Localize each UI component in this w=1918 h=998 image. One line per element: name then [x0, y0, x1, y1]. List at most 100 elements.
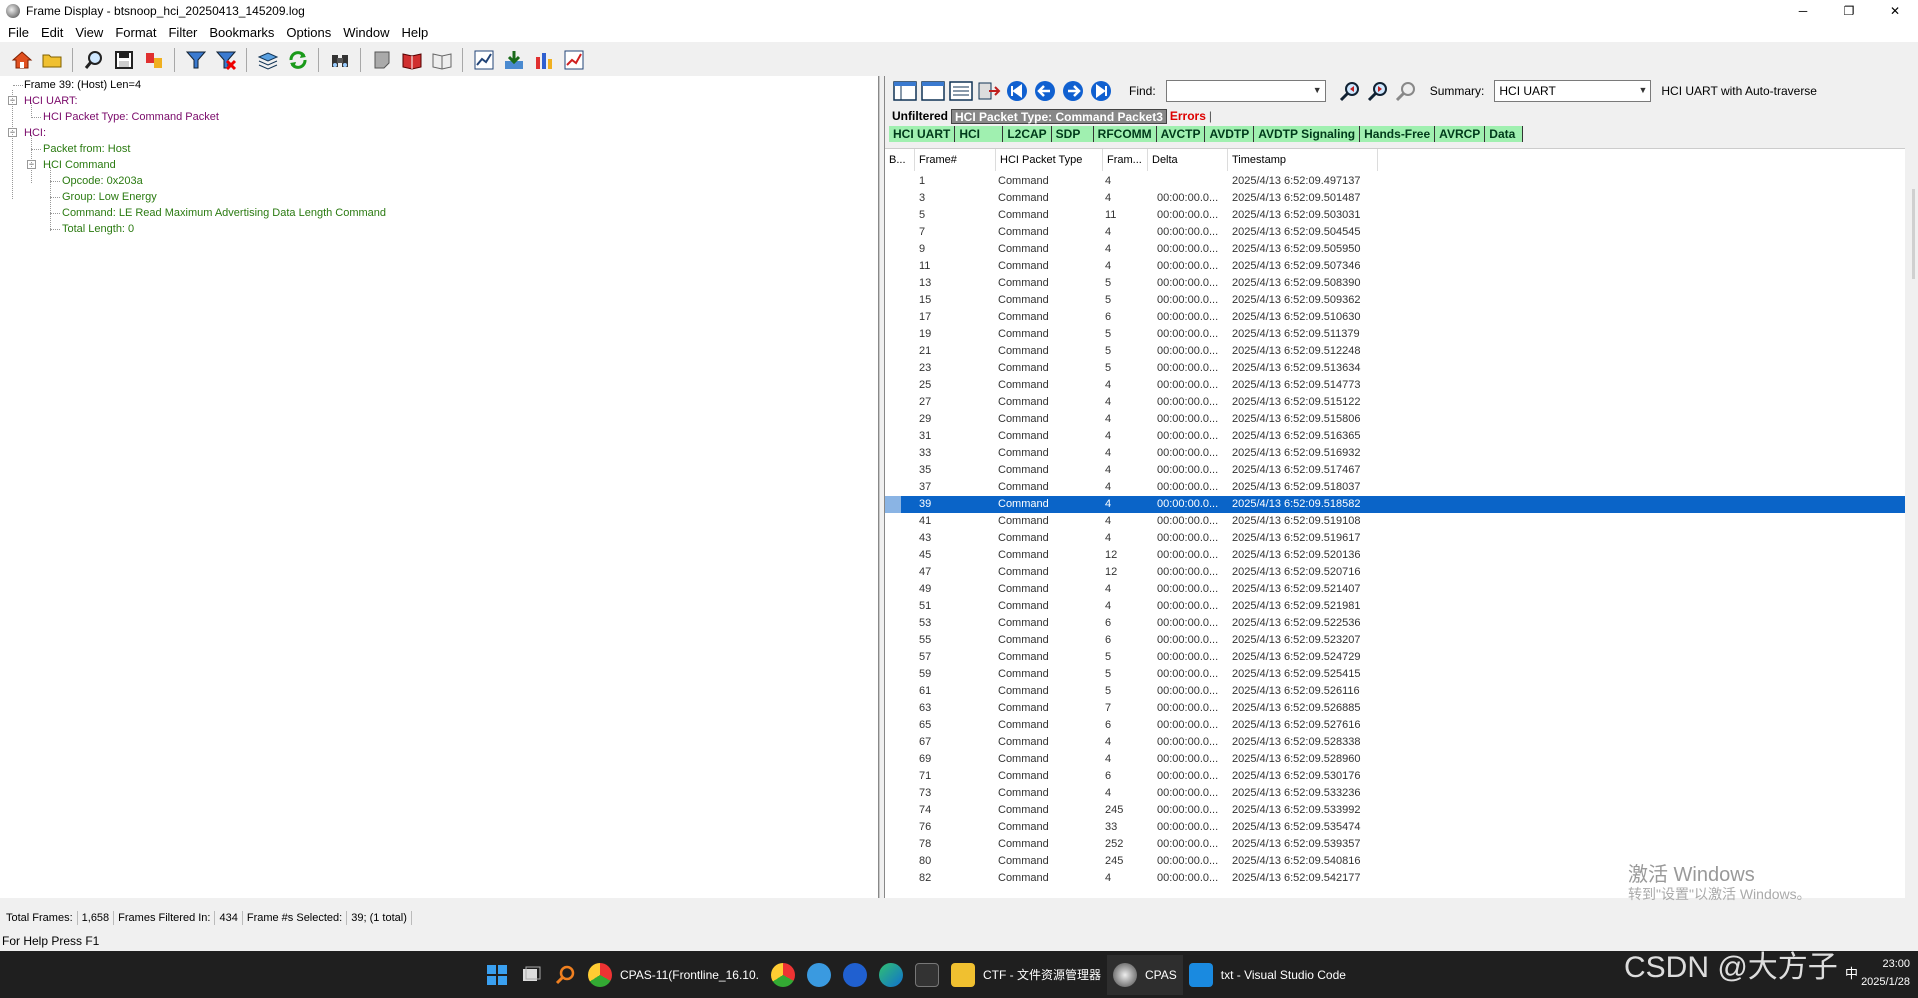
menu-file[interactable]: File [2, 25, 35, 40]
table-row[interactable]: 71 Command 6 00:00:00.0... 2025/4/13 6:52:09… [885, 768, 1905, 785]
layers-icon[interactable] [254, 46, 281, 73]
tree-command[interactable]: Command: LE Read Maximum Advertising Dat… [4, 205, 386, 221]
table-row[interactable]: 9 Command 4 00:00:00.0... 2025/4/13 6:52:09.… [885, 241, 1905, 258]
line-chart-icon[interactable] [560, 46, 587, 73]
col-frame-size[interactable]: Fram... [1103, 149, 1148, 171]
tab-l2cap[interactable]: L2CAP [1003, 126, 1052, 142]
tab-avctp[interactable]: AVCTP [1156, 126, 1206, 142]
tab-data[interactable]: Data [1485, 126, 1524, 142]
close-button[interactable]: ✕ [1872, 0, 1918, 22]
menu-format[interactable]: Format [109, 25, 162, 40]
table-row[interactable]: 37 Command 4 00:00:00.0... 2025/4/13 6:52:09… [885, 479, 1905, 496]
tab-avdtp[interactable]: AVDTP [1205, 126, 1255, 142]
previous-frame-icon[interactable] [1031, 77, 1059, 105]
table-row[interactable]: 78 Command 252 00:00:00.0... 2025/4/13 6:52:… [885, 836, 1905, 853]
menu-filter[interactable]: Filter [162, 25, 203, 40]
chart-icon[interactable] [470, 46, 497, 73]
maximize-button[interactable]: ❐ [1826, 0, 1872, 22]
first-frame-icon[interactable] [1003, 77, 1031, 105]
table-row[interactable]: 13 Command 5 00:00:00.0... 2025/4/13 6:52:09… [885, 275, 1905, 292]
table-row[interactable]: 51 Command 4 00:00:00.0... 2025/4/13 6:52:09… [885, 598, 1905, 615]
table-row[interactable]: 67 Command 4 00:00:00.0... 2025/4/13 6:52:09… [885, 734, 1905, 751]
filter-icon[interactable] [182, 46, 209, 73]
col-timestamp[interactable]: Timestamp [1228, 149, 1378, 171]
tree-opcode[interactable]: Opcode: 0x203a [4, 173, 386, 189]
browser-taskbar-icon[interactable] [801, 955, 837, 995]
col-bookmark[interactable]: B... [885, 149, 915, 171]
tab-hci-uart[interactable]: HCI UART [889, 126, 956, 142]
tab-hands-free[interactable]: Hands-Free [1360, 126, 1436, 142]
col-delta[interactable]: Delta [1148, 149, 1228, 171]
menu-options[interactable]: Options [280, 25, 337, 40]
taskbar-vscode[interactable]: txt - Visual Studio Code [1183, 955, 1352, 995]
table-row[interactable]: 3 Command 4 00:00:00.0... 2025/4/13 6:52:09.… [885, 190, 1905, 207]
table-row[interactable]: 59 Command 5 00:00:00.0... 2025/4/13 6:52:09… [885, 666, 1905, 683]
tree-group[interactable]: Group: Low Energy [4, 189, 386, 205]
layout-pane-icon[interactable] [891, 77, 919, 105]
table-row[interactable]: 63 Command 7 00:00:00.0... 2025/4/13 6:52:09… [885, 700, 1905, 717]
filter-red-icon[interactable] [212, 46, 239, 73]
clock[interactable]: 23:00 2025/1/28 [1861, 955, 1910, 991]
scrollbar-thumb[interactable] [1912, 189, 1915, 279]
bar-chart-icon[interactable] [530, 46, 557, 73]
find-options-icon[interactable] [1392, 77, 1420, 105]
table-row[interactable]: 69 Command 4 00:00:00.0... 2025/4/13 6:52:09… [885, 751, 1905, 768]
last-frame-icon[interactable] [1087, 77, 1115, 105]
taskbar-file-explorer[interactable]: CTF - 文件资源管理器 [945, 955, 1107, 995]
tree-total-length[interactable]: Total Length: 0 [4, 221, 386, 237]
tab-sdp[interactable]: SDP [1051, 126, 1094, 142]
menu-view[interactable]: View [69, 25, 109, 40]
table-row[interactable]: 33 Command 4 00:00:00.0... 2025/4/13 6:52:09… [885, 445, 1905, 462]
refresh-icon[interactable] [284, 46, 311, 73]
ime-indicator[interactable]: 中 [1845, 963, 1858, 982]
taskbar-cpas-frontline[interactable]: CPAS-11(Frontline_16.10. [582, 955, 765, 995]
tree-frame[interactable]: Frame 39: (Host) Len=4 [4, 77, 386, 93]
table-row[interactable]: 27 Command 4 00:00:00.0... 2025/4/13 6:52:09… [885, 394, 1905, 411]
table-row[interactable]: 21 Command 5 00:00:00.0... 2025/4/13 6:52:09… [885, 343, 1905, 360]
binoculars-icon[interactable] [326, 46, 353, 73]
tree-hci-uart[interactable]: − HCI UART: [4, 93, 386, 109]
taskbar-cpas[interactable]: CPAS [1106, 954, 1183, 995]
tab-command-packet[interactable]: HCI Packet Type: Command Packet3 [951, 108, 1167, 124]
tab-hci[interactable]: HCI [955, 126, 1004, 142]
settings-icon[interactable] [140, 46, 167, 73]
table-row[interactable]: 74 Command 245 00:00:00.0... 2025/4/13 6:52:… [885, 802, 1905, 819]
task-view-icon[interactable] [514, 955, 548, 995]
find-input[interactable]: ▼ [1165, 80, 1326, 102]
search-taskbar-icon[interactable] [548, 955, 582, 995]
tree-packet-type[interactable]: HCI Packet Type: Command Packet [4, 109, 386, 125]
table-row[interactable]: 25 Command 4 00:00:00.0... 2025/4/13 6:52:09… [885, 377, 1905, 394]
table-row[interactable]: 17 Command 6 00:00:00.0... 2025/4/13 6:52:09… [885, 309, 1905, 326]
save-icon[interactable] [110, 46, 137, 73]
list-view-icon[interactable] [947, 77, 975, 105]
table-row[interactable]: 29 Command 4 00:00:00.0... 2025/4/13 6:52:09… [885, 411, 1905, 428]
tree-packet-from[interactable]: Packet from: Host [4, 141, 386, 157]
tab-errors[interactable]: Errors [1167, 109, 1209, 124]
col-packet-type[interactable]: HCI Packet Type [996, 149, 1103, 171]
menu-bookmarks[interactable]: Bookmarks [203, 25, 280, 40]
book-icon[interactable] [398, 46, 425, 73]
tab-avrcp[interactable]: AVRCP [1435, 126, 1486, 142]
layout-window-icon[interactable] [919, 77, 947, 105]
tab-avdtp-signaling[interactable]: AVDTP Signaling [1254, 126, 1361, 142]
menu-edit[interactable]: Edit [35, 25, 69, 40]
menu-window[interactable]: Window [337, 25, 395, 40]
firefox-taskbar-icon[interactable] [837, 955, 873, 995]
table-row[interactable]: 65 Command 6 00:00:00.0... 2025/4/13 6:52:09… [885, 717, 1905, 734]
open-book-icon[interactable] [428, 46, 455, 73]
table-row[interactable]: 61 Command 5 00:00:00.0... 2025/4/13 6:52:09… [885, 683, 1905, 700]
tree-hci[interactable]: − HCI: [4, 125, 386, 141]
table-row[interactable]: 47 Command 12 00:00:00.0... 2025/4/13 6:52:0… [885, 564, 1905, 581]
table-row[interactable]: 15 Command 5 00:00:00.0... 2025/4/13 6:52:09… [885, 292, 1905, 309]
note-icon[interactable] [368, 46, 395, 73]
table-row[interactable]: 11 Command 4 00:00:00.0... 2025/4/13 6:52:09… [885, 258, 1905, 275]
edge-taskbar-icon[interactable] [873, 955, 909, 995]
find-previous-icon[interactable] [1336, 77, 1364, 105]
chevron-down-icon[interactable]: ▼ [1313, 85, 1322, 95]
table-row[interactable]: 7 Command 4 00:00:00.0... 2025/4/13 6:52:09.… [885, 224, 1905, 241]
start-button[interactable] [480, 955, 514, 995]
home-icon[interactable] [8, 46, 35, 73]
minimize-button[interactable]: ─ [1780, 0, 1826, 22]
table-row[interactable]: 43 Command 4 00:00:00.0... 2025/4/13 6:52:09… [885, 530, 1905, 547]
terminal-taskbar-icon[interactable] [909, 955, 945, 995]
